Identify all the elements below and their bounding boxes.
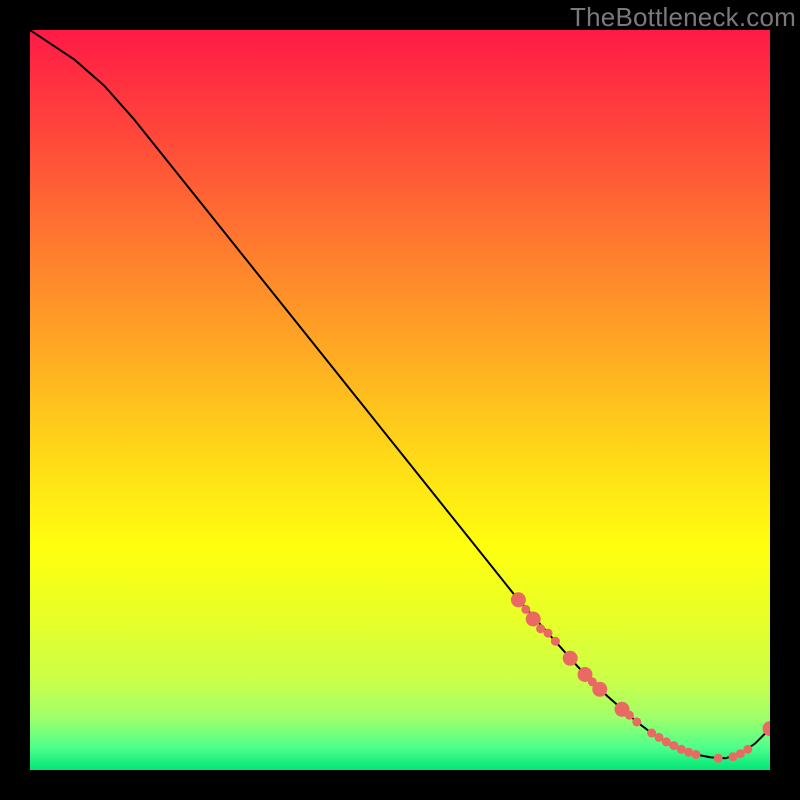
marker-point [544, 629, 553, 638]
marker-point [743, 745, 752, 754]
marker-point [521, 605, 530, 614]
marker-point [563, 651, 578, 666]
marker-point [551, 637, 560, 646]
marker-point [714, 754, 723, 763]
marker-point [632, 717, 641, 726]
chart-svg [30, 30, 770, 770]
marker-point [692, 750, 701, 759]
marker-point [526, 612, 541, 627]
plot-area [30, 30, 770, 770]
watermark-text: TheBottleneck.com [570, 2, 796, 33]
chart-frame: TheBottleneck.com [0, 0, 800, 800]
marker-point [592, 682, 607, 697]
marker-group [511, 592, 770, 762]
bottleneck-curve [30, 30, 770, 758]
marker-point [511, 592, 526, 607]
marker-point [625, 711, 634, 720]
